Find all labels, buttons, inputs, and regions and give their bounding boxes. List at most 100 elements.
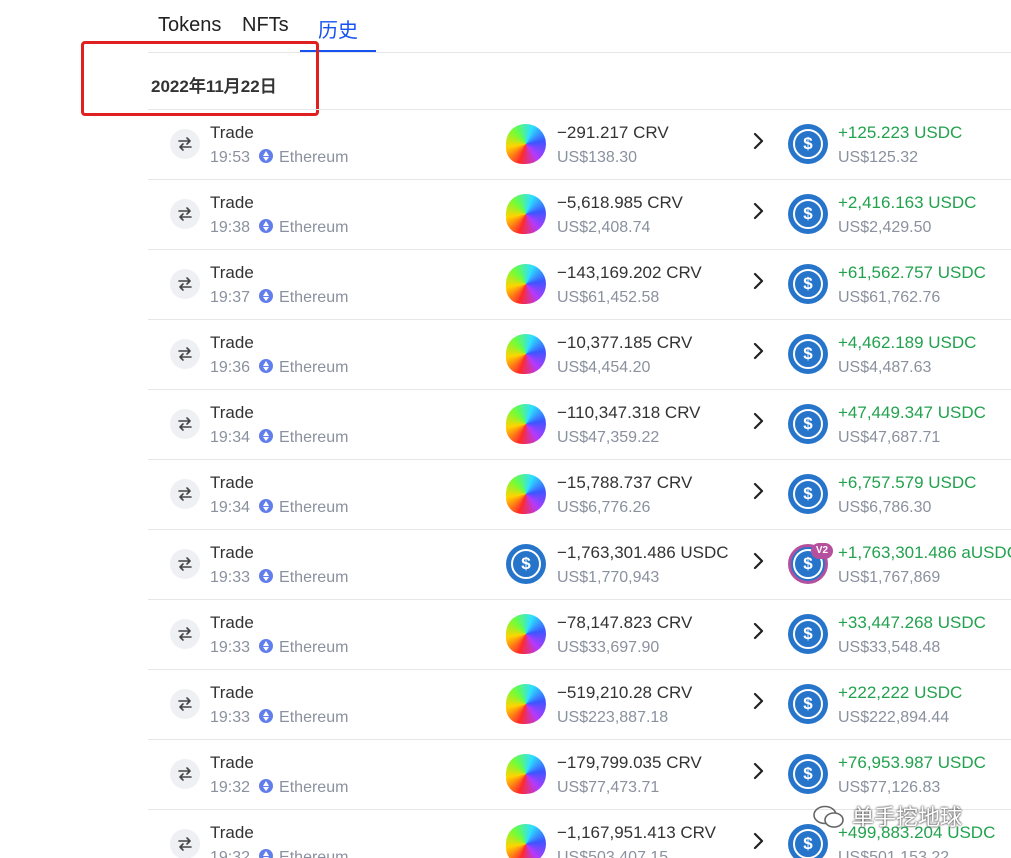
swap-arrows-icon <box>170 759 200 789</box>
sent-amount: −78,147.823 CRV <box>557 613 693 632</box>
ethereum-icon <box>259 289 274 303</box>
transaction-row[interactable]: Trade 19:33 Ethereum −519,210.28 CRV US$2… <box>148 670 1011 740</box>
transaction-type: Trade <box>210 333 254 352</box>
received-usd-value: US$4,487.63 <box>838 359 932 376</box>
sent-usd-value: US$4,454.20 <box>557 359 651 376</box>
network-label: Ethereum <box>279 779 349 796</box>
chevron-right-icon <box>753 482 764 500</box>
chevron-right-icon <box>753 552 764 570</box>
chevron-right-icon <box>753 202 764 220</box>
crv-token-icon <box>506 334 546 374</box>
sent-amount: −519,210.28 CRV <box>557 683 693 702</box>
crv-token-icon <box>506 754 546 794</box>
transaction-row[interactable]: Trade 19:53 Ethereum −291.217 CRV US$138.… <box>148 110 1011 180</box>
sent-amount: −5,618.985 CRV <box>557 193 683 212</box>
received-amount: +61,562.757 USDC <box>838 263 986 282</box>
sent-usd-value: US$61,452.58 <box>557 289 660 306</box>
received-amount: +33,447.268 USDC <box>838 613 986 632</box>
ausdc-v2-token-icon: $ V2 <box>788 543 833 584</box>
transaction-time: 19:33 <box>210 639 251 656</box>
ethereum-icon <box>259 709 274 723</box>
v2-badge: V2 <box>811 543 833 559</box>
received-usd-value: US$6,786.30 <box>838 499 932 516</box>
usdc-token-icon: $ <box>788 754 828 794</box>
transaction-time: 19:33 <box>210 709 251 726</box>
network-label: Ethereum <box>279 639 349 656</box>
sent-amount: −1,763,301.486 USDC <box>557 543 729 562</box>
sent-usd-value: US$77,473.71 <box>557 779 660 796</box>
transaction-time: 19:34 <box>210 429 251 446</box>
network-label: Ethereum <box>279 429 349 446</box>
transaction-time: 19:34 <box>210 499 251 516</box>
transaction-row[interactable]: Trade 19:34 Ethereum −15,788.737 CRV US$6… <box>148 460 1011 530</box>
sent-amount: −15,788.737 CRV <box>557 473 693 492</box>
ethereum-icon <box>259 499 274 513</box>
transaction-type: Trade <box>210 123 254 142</box>
transaction-time: 19:38 <box>210 219 251 236</box>
network-label: Ethereum <box>279 289 349 306</box>
crv-token-icon <box>506 684 546 724</box>
network-label: Ethereum <box>279 499 349 516</box>
received-usd-value: US$77,126.83 <box>838 779 941 796</box>
transaction-row[interactable]: Trade 19:36 Ethereum −10,377.185 CRV US$4… <box>148 320 1011 390</box>
transaction-row[interactable]: Trade 19:33 Ethereum $ −1,763,301.486 USD… <box>148 530 1011 600</box>
transaction-row[interactable]: Trade 19:38 Ethereum −5,618.985 CRV US$2,… <box>148 180 1011 250</box>
transaction-type: Trade <box>210 263 254 282</box>
sent-usd-value: US$2,408.74 <box>557 219 651 236</box>
wechat-logo-icon <box>813 805 844 828</box>
received-usd-value: US$47,687.71 <box>838 429 941 446</box>
swap-arrows-icon <box>170 479 200 509</box>
received-amount: +222,222 USDC <box>838 683 963 702</box>
crv-token-icon <box>506 404 546 444</box>
sent-usd-value: US$47,359.22 <box>557 429 660 446</box>
transaction-time: 19:53 <box>210 149 251 166</box>
transaction-meta: 19:32 Ethereum <box>210 779 348 797</box>
chevron-right-icon <box>753 272 764 290</box>
ethereum-icon <box>259 359 274 373</box>
usdc-token-icon: $ <box>788 474 828 514</box>
chevron-right-icon <box>753 412 764 430</box>
network-label: Ethereum <box>279 219 349 236</box>
transaction-row[interactable]: Trade 19:37 Ethereum −143,169.202 CRV US$… <box>148 250 1011 320</box>
usdc-token-icon: $ <box>788 614 828 654</box>
transaction-type: Trade <box>210 683 254 702</box>
network-label: Ethereum <box>279 569 349 586</box>
usdc-token-icon: $ <box>506 544 546 584</box>
transaction-type: Trade <box>210 403 254 422</box>
watermark-text: 单手挖地球 <box>852 805 963 830</box>
received-usd-value: US$501,153.22 <box>838 849 950 858</box>
sent-amount: −1,167,951.413 CRV <box>557 823 716 842</box>
sent-usd-value: US$33,697.90 <box>557 639 660 656</box>
ethereum-icon <box>259 219 274 233</box>
swap-arrows-icon <box>170 129 200 159</box>
ethereum-icon <box>259 849 274 858</box>
transaction-meta: 19:33 Ethereum <box>210 709 348 727</box>
transaction-row[interactable]: Trade 19:33 Ethereum −78,147.823 CRV US$3… <box>148 600 1011 670</box>
sent-amount: −10,377.185 CRV <box>557 333 693 352</box>
transaction-meta: 19:36 Ethereum <box>210 359 348 377</box>
received-usd-value: US$125.32 <box>838 149 919 166</box>
sent-usd-value: US$503,407.15 <box>557 849 669 858</box>
transaction-time: 19:37 <box>210 289 251 306</box>
swap-arrows-icon <box>170 549 200 579</box>
transaction-meta: 19:34 Ethereum <box>210 499 348 517</box>
transaction-meta: 19:32 Ethereum <box>210 849 348 858</box>
crv-token-icon <box>506 124 546 164</box>
received-usd-value: US$2,429.50 <box>838 219 932 236</box>
received-amount: +76,953.987 USDC <box>838 753 986 772</box>
usdc-token-icon: $ <box>788 264 828 304</box>
tab-tokens[interactable]: Tokens <box>158 14 221 37</box>
swap-arrows-icon <box>170 269 200 299</box>
usdc-token-icon: $ <box>788 194 828 234</box>
highlight-annotation-box <box>81 41 319 116</box>
transaction-meta: 19:53 Ethereum <box>210 149 348 167</box>
swap-arrows-icon <box>170 689 200 719</box>
transaction-meta: 19:38 Ethereum <box>210 219 348 237</box>
usdc-token-icon: $ <box>788 684 828 724</box>
tab-nfts[interactable]: NFTs <box>242 14 289 37</box>
received-usd-value: US$222,894.44 <box>838 709 950 726</box>
transaction-type: Trade <box>210 753 254 772</box>
network-label: Ethereum <box>279 709 349 726</box>
tab-history[interactable]: 历史 <box>318 14 358 43</box>
transaction-row[interactable]: Trade 19:34 Ethereum −110,347.318 CRV US$… <box>148 390 1011 460</box>
